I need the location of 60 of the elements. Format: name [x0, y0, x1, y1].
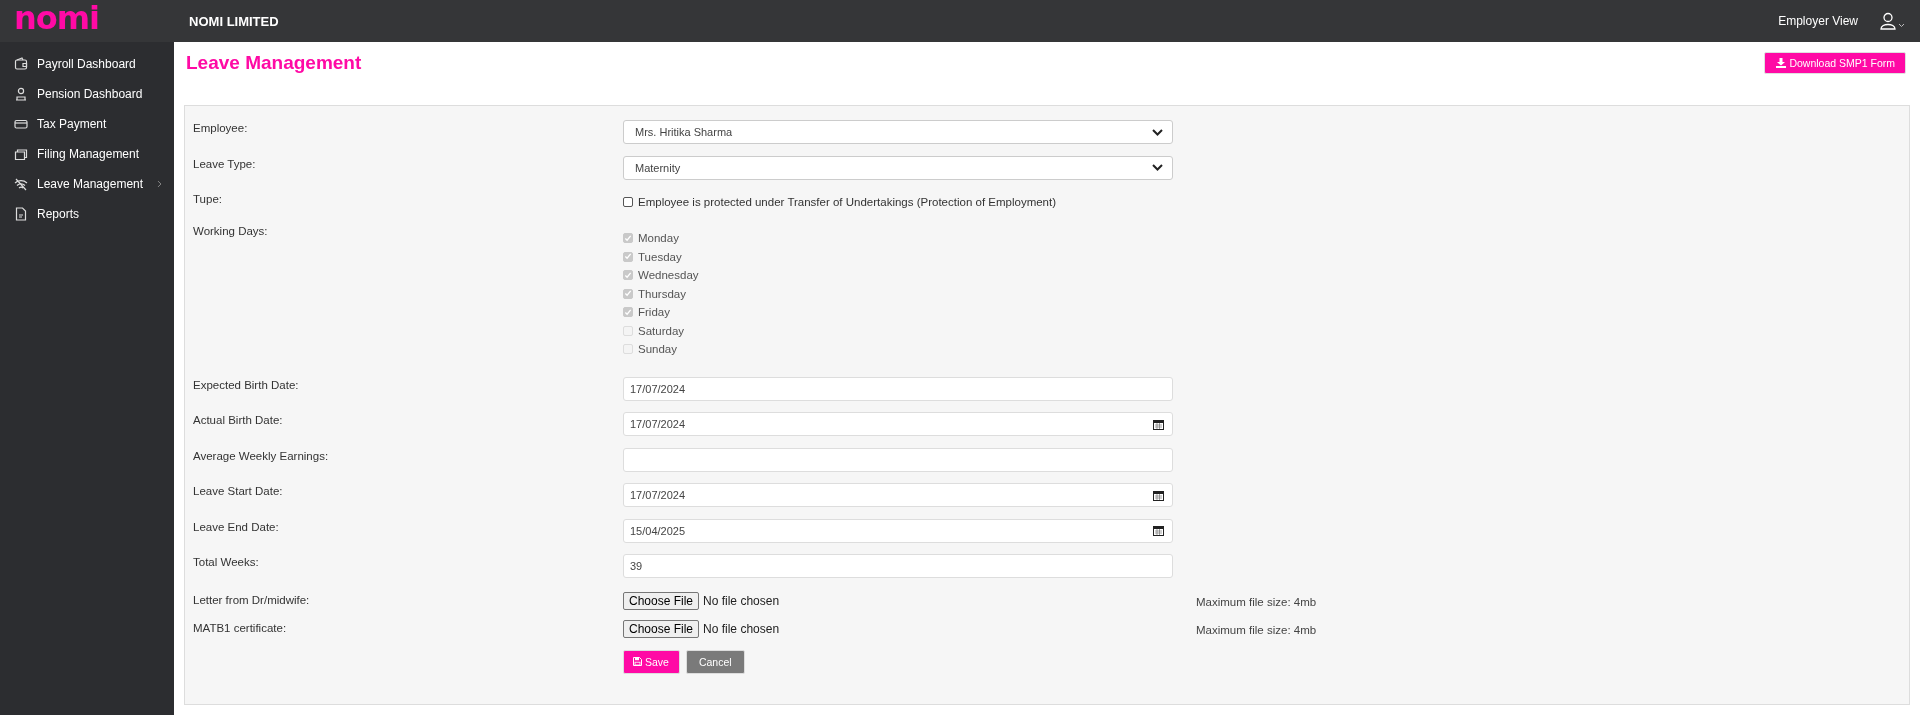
choose-file-button[interactable]: Choose File: [623, 591, 700, 610]
wallet-icon: [14, 57, 28, 71]
text-field[interactable]: 17/07/2024: [623, 376, 1173, 401]
field-label: MATB1 certificate:: [193, 620, 288, 636]
file-size-note: Maximum file size: 4mb: [1196, 623, 1317, 636]
field-label: Actual Birth Date:: [193, 413, 284, 428]
date-field[interactable]: 17/07/2024: [623, 412, 1173, 436]
checkbox-label: Employee is protected under Transfer of Undertakings (Protection of Employment): [638, 196, 1057, 208]
chevron-down-icon: [1152, 128, 1163, 136]
calendar-icon: [1153, 418, 1164, 430]
folders-icon: [14, 147, 28, 161]
checkbox-label: Sunday: [638, 343, 677, 356]
download-button[interactable]: Download SMP1 Form: [1764, 52, 1906, 74]
chevron-down-icon: [1152, 164, 1163, 171]
file-size-note: Maximum file size: 4mb: [1196, 595, 1317, 608]
field-label: Working Days:: [193, 224, 269, 239]
checkbox[interactable]: [623, 197, 633, 207]
document-icon: [14, 207, 28, 221]
sidebar-item[interactable]: Filing Management: [0, 139, 174, 169]
text-field[interactable]: 39: [623, 554, 1173, 578]
select-field[interactable]: Maternity: [623, 155, 1173, 180]
file-status: No file chosen: [703, 621, 780, 636]
choose-file-button[interactable]: Choose File: [623, 619, 700, 638]
file-status: No file chosen: [703, 593, 780, 608]
download-icon: [1776, 58, 1787, 68]
checkbox-label: Saturday: [638, 324, 685, 337]
field-label: Total Weeks:: [193, 555, 260, 570]
checkbox-label: Tuesday: [638, 250, 682, 263]
person-icon: [14, 87, 28, 101]
field-label: Letter from Dr/midwife:: [193, 592, 311, 608]
sidebar-item[interactable]: Payroll Dashboard: [0, 49, 174, 79]
card-icon: [14, 117, 28, 131]
field-label: Average Weekly Earnings:: [193, 448, 330, 464]
date-field[interactable]: 15/04/2025: [623, 518, 1173, 543]
sidebar-item[interactable]: Tax Payment: [0, 109, 174, 139]
field-label: Expected Birth Date:: [193, 377, 300, 393]
sidebar-item[interactable]: Leave Management: [0, 169, 174, 199]
field-label: Leave Type:: [193, 156, 257, 172]
select-field[interactable]: Mrs. Hritika Sharma: [623, 120, 1173, 144]
page-title: Leave Management: [186, 52, 362, 74]
sidebar-item[interactable]: Pension Dashboard: [0, 79, 174, 109]
chevron-right-icon: [157, 180, 162, 188]
checkbox-label: Wednesday: [638, 269, 699, 282]
field-label: Leave Start Date:: [193, 484, 284, 499]
save-button[interactable]: Save: [623, 649, 680, 674]
date-field[interactable]: 17/07/2024: [623, 483, 1173, 507]
field-label: Leave End Date:: [193, 519, 280, 535]
checkbox-label: Monday: [638, 232, 679, 245]
calendar-icon: [1153, 525, 1164, 536]
field-label: Tupe:: [193, 192, 223, 207]
company-name: NOMI LIMITED: [189, 13, 279, 29]
field-label: Employee:: [193, 121, 249, 136]
checkbox-label: Thursday: [638, 287, 686, 300]
text-field[interactable]: [623, 447, 1173, 472]
signal-icon: [14, 177, 28, 191]
view-label[interactable]: Employer View: [1778, 14, 1858, 28]
cancel-button[interactable]: Cancel: [685, 649, 745, 674]
checkbox-label: Friday: [638, 306, 670, 319]
sidebar-item[interactable]: Reports: [0, 199, 174, 229]
calendar-icon: [1153, 489, 1164, 501]
